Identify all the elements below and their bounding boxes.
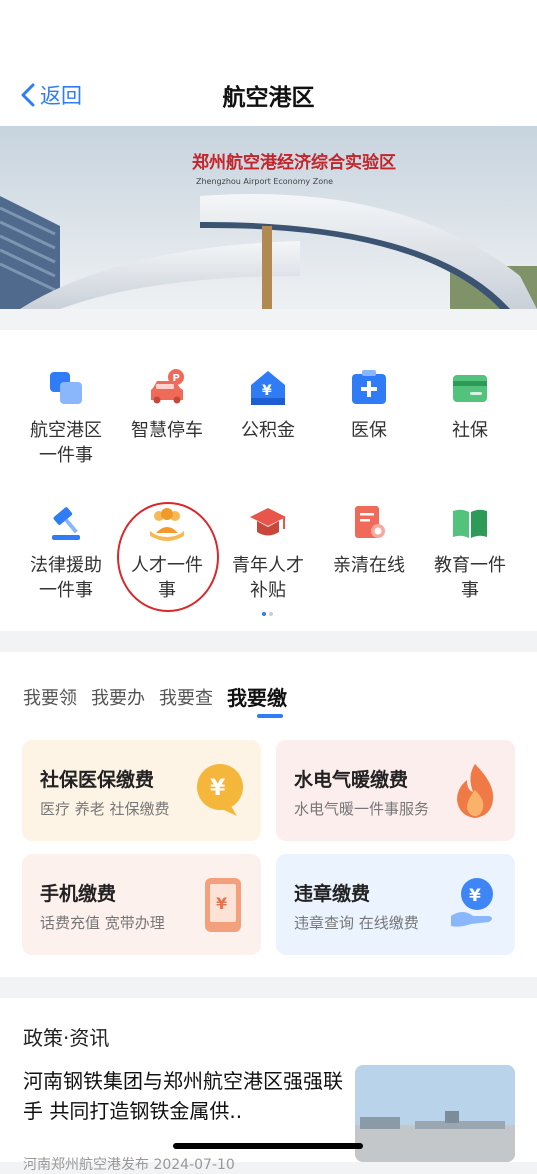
- page-dot-active: [262, 612, 266, 616]
- service-label: 社保: [452, 420, 488, 441]
- service-item-qinqing-online[interactable]: 亲清在线: [319, 503, 419, 578]
- service-label: 青年人才: [232, 555, 304, 576]
- category-tabs: 我要领 我要办 我要查 我要缴: [23, 684, 287, 711]
- service-label: 教育一件: [434, 555, 506, 576]
- tile-title: 手机缴费: [40, 883, 117, 905]
- svg-text:¥: ¥: [210, 776, 226, 801]
- tab-query[interactable]: 我要查: [159, 684, 213, 711]
- certificate-icon: [349, 503, 389, 543]
- yen-bubble-icon: ¥: [195, 762, 245, 824]
- payment-section: 我要领 我要办 我要查 我要缴 社保医保缴费 医疗 养老 社保缴费 ¥ 水电气暖…: [0, 652, 537, 977]
- hand-yen-icon: ¥: [449, 876, 499, 936]
- service-label-line2: 一件事: [39, 580, 93, 601]
- house-yen-icon: ¥: [248, 368, 288, 408]
- news-section-title: 政策·资讯: [23, 1026, 110, 1050]
- service-label: 航空港区: [30, 420, 102, 441]
- service-label: 亲清在线: [333, 555, 405, 576]
- graduation-cap-icon: [248, 503, 288, 543]
- squares-icon: [46, 368, 86, 408]
- tile-title: 水电气暖缴费: [294, 769, 409, 791]
- pay-tile-social-medical[interactable]: 社保医保缴费 医疗 养老 社保缴费 ¥: [22, 740, 261, 841]
- pay-tile-traffic-violation[interactable]: 违章缴费 违章查询 在线缴费 ¥: [276, 854, 515, 955]
- phone-yen-icon: ¥: [201, 876, 245, 938]
- tab-handle[interactable]: 我要办: [91, 684, 145, 711]
- svg-text:¥: ¥: [469, 886, 481, 906]
- active-tab-indicator: [257, 714, 283, 718]
- banner-sign-text: 郑州航空港经济综合实验区: [192, 152, 396, 173]
- header-bar: 返回 航空港区: [0, 0, 537, 126]
- service-label-line2: 事: [461, 580, 479, 601]
- service-label: 医保: [351, 420, 387, 441]
- service-label: 公积金: [241, 420, 295, 441]
- banner-sign-subtext: Zhengzhou Airport Economy Zone: [196, 177, 333, 186]
- tile-subtitle: 水电气暖一件事服务: [294, 800, 430, 818]
- service-item-youth-talent-subsidy[interactable]: 青年人才 补贴: [218, 503, 318, 603]
- service-item-legal-aid[interactable]: 法律援助 一件事: [16, 503, 116, 603]
- tile-title: 违章缴费: [294, 883, 371, 905]
- pay-tile-utilities[interactable]: 水电气暖缴费 水电气暖一件事服务: [276, 740, 515, 841]
- service-item-smart-parking[interactable]: P 智慧停车: [117, 368, 217, 443]
- service-item-airport-one-thing[interactable]: 航空港区 一件事: [16, 368, 116, 468]
- svg-text:¥: ¥: [216, 894, 227, 913]
- card-icon: [450, 368, 490, 408]
- service-item-talent-one-thing[interactable]: 人才一件事: [117, 503, 217, 603]
- tile-subtitle: 话费充值 宽带办理: [40, 914, 165, 932]
- flame-icon: [451, 762, 499, 824]
- tile-subtitle: 医疗 养老 社保缴费: [40, 800, 170, 818]
- service-grid: 航空港区 一件事 P 智慧停车 ¥ 公积金 医保 社保 法律援助 一件事 人才一…: [0, 330, 537, 631]
- service-item-education-one-thing[interactable]: 教育一件事: [420, 503, 520, 603]
- news-section: 政策·资讯 河南钢铁集团与郑州航空港区强强联手 共同打造钢铁金属供.. 河南郑州…: [0, 998, 537, 1173]
- service-label-line2: 补贴: [250, 580, 286, 601]
- service-label: 人才一件: [131, 555, 203, 576]
- page-dot: [269, 612, 273, 616]
- pay-tile-phone[interactable]: 手机缴费 话费充值 宽带办理 ¥: [22, 854, 261, 955]
- gavel-icon: [46, 503, 86, 543]
- tile-subtitle: 违章查询 在线缴费: [294, 914, 419, 932]
- tile-title: 社保医保缴费: [40, 769, 155, 791]
- home-indicator: [173, 1143, 363, 1149]
- news-meta: 河南郑州航空港发布 2024-07-10: [23, 1157, 235, 1173]
- people-icon: [147, 503, 187, 543]
- banner-image[interactable]: 郑州航空港经济综合实验区 Zhengzhou Airport Economy Z…: [0, 126, 537, 309]
- service-item-social-security[interactable]: 社保: [420, 368, 520, 443]
- service-label: 智慧停车: [131, 420, 203, 441]
- tab-receive[interactable]: 我要领: [23, 684, 77, 711]
- svg-text:¥: ¥: [262, 383, 272, 399]
- page-title: 航空港区: [222, 85, 315, 111]
- tab-pay[interactable]: 我要缴: [227, 682, 287, 711]
- medical-kit-icon: [349, 368, 389, 408]
- news-headline[interactable]: 河南钢铁集团与郑州航空港区强强联手 共同打造钢铁金属供..: [23, 1066, 348, 1126]
- service-label: 法律援助: [30, 555, 102, 576]
- service-label-line2: 事: [158, 580, 176, 601]
- page-indicator: [262, 612, 273, 616]
- service-item-medical-insurance[interactable]: 医保: [319, 368, 419, 443]
- service-label-line2: 一件事: [39, 445, 93, 466]
- open-book-icon: [450, 503, 490, 543]
- car-parking-icon: P: [147, 368, 187, 408]
- news-thumbnail[interactable]: [355, 1065, 515, 1162]
- service-item-housing-fund[interactable]: ¥ 公积金: [218, 368, 318, 443]
